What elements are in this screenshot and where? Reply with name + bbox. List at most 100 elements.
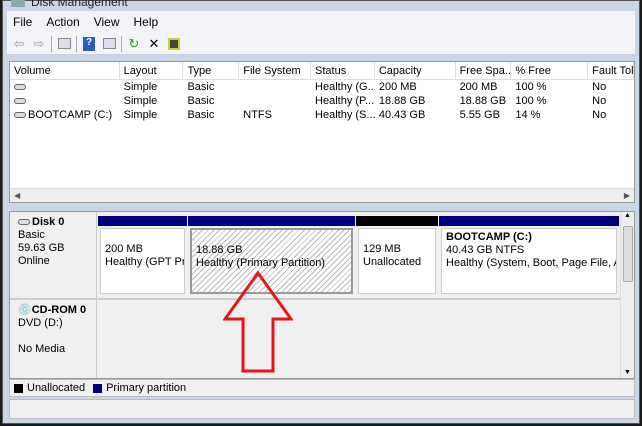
help-icon[interactable]: ? [81,36,97,52]
legend-primary: Primary partition [106,382,187,394]
volume-cell: Simple [120,80,184,94]
cell-text: Basic [187,81,215,93]
cdrom-icon: 💿 [18,304,32,316]
separator [121,35,122,52]
disk-0-label[interactable]: Disk 0 Basic 59.63 GB Online [10,212,97,298]
volume-cell: 14 % [511,108,588,122]
menu-action[interactable]: Action [46,15,79,29]
horizontal-scrollbar[interactable]: ◀ ▶ [10,188,634,202]
legend-unallocated: Unallocated [27,382,86,394]
cell-text: BOOTCAMP (C:) [28,109,113,121]
volume-cell: 40.43 GB [375,108,456,122]
volume-cell [10,94,120,108]
partition-body: BOOTCAMP (C:) 40.43 GB NTFS Healthy (Syste… [441,228,617,294]
cell-text: 18.88 GB [378,95,426,107]
partition-status: Healthy (Primary Partition) [196,257,325,269]
volume-cell: Basic [183,80,239,94]
toolbar: ⇦ ⇨ ? ↻ ✕ [7,33,635,55]
partition-size: 40.43 GB NTFS [446,244,525,256]
disk-name: Disk 0 [32,216,65,228]
back-icon[interactable]: ⇦ [11,36,27,52]
volume-list-header: Volume Layout Type File System Status Ca… [10,62,634,80]
scroll-down-icon[interactable]: ▼ [621,369,634,376]
cell-text: 5.55 GB [459,109,500,121]
volume-cell: NTFS [239,108,311,122]
partition-size: 18.88 GB [196,244,243,256]
volume-row[interactable]: Simple Basic Healthy (P... 18.88 GB 18.88 GB… [10,94,634,108]
volume-cell: No [588,94,634,108]
partition-bar [356,216,438,226]
partition-status: Healthy (GPT Pro [105,256,185,268]
volume-row[interactable]: BOOTCAMP (C:) Simple Basic NTFS Healthy (S..… [10,108,634,122]
separator [76,35,77,52]
disk-size: 59.63 GB [18,242,65,254]
properties-icon[interactable] [166,36,182,52]
partition-3[interactable]: BOOTCAMP (C:) 40.43 GB NTFS Healthy (Syste… [439,216,619,296]
disk-state: Online [18,255,50,267]
cell-text: 200 MB [459,81,498,93]
volume-cell: Simple [120,108,184,122]
volume-cell: Basic [183,108,239,122]
menu-help[interactable]: Help [134,15,159,29]
partition-bar [98,216,187,226]
column-free-space[interactable]: Free Spa... [456,62,512,79]
partition-status: Unallocated [363,256,422,268]
column-volume[interactable]: Volume [10,62,120,79]
vertical-scrollbar[interactable]: ▲ ▼ [620,212,634,378]
column-type[interactable]: Type [183,62,240,79]
cell-text: No [592,81,607,93]
cell-text: NTFS [243,109,272,121]
column-capacity[interactable]: Capacity [375,62,456,79]
title-bar: Disk Management [11,0,128,9]
action-pane-icon[interactable] [101,36,117,52]
scroll-up-icon[interactable]: ▲ [621,212,634,219]
volume-list: Volume Layout Type File System Status Ca… [9,61,635,203]
volume-cell: 100 % [511,80,588,94]
legend-swatch-unallocated [14,383,23,393]
scroll-left-icon[interactable]: ◀ [14,191,20,200]
partition-status: Healthy (System, Boot, Page File, Activ [446,257,616,269]
cell-text: 18.88 GB [459,95,507,107]
column-percent-free[interactable]: % Free [511,62,589,79]
cell-text: 40.43 GB [378,109,426,121]
delete-icon[interactable]: ✕ [146,36,162,52]
volume-row[interactable]: Simple Basic Healthy (G... 200 MB 200 MB 100 … [10,80,634,94]
app-icon [11,0,25,8]
cell-text: Basic [187,95,215,107]
divider [10,298,621,300]
partition-2[interactable]: 129 MB Unallocated [356,216,438,296]
column-file-system[interactable]: File System [239,62,312,79]
volume-cell: 200 MB [375,80,456,94]
column-layout[interactable]: Layout [120,62,184,79]
scroll-thumb[interactable] [623,226,633,282]
scroll-right-icon[interactable]: ▶ [624,191,630,200]
menu-view[interactable]: View [94,15,120,29]
column-fault-tolerance[interactable]: Fault Tole [588,62,634,79]
disk-icon [18,219,30,226]
volume-cell: No [588,108,634,122]
cell-text: No [592,95,607,107]
menu-file[interactable]: File [13,15,32,29]
volume-icon [14,112,26,119]
disk-management-window: Disk Management File Action View Help ⇦ … [2,0,640,424]
refresh-icon[interactable]: ↻ [126,36,142,52]
legend-swatch-primary [93,383,103,393]
cdrom-drive: DVD (D:) [18,317,63,329]
cdrom-0-label[interactable]: 💿CD-ROM 0 DVD (D:) No Media [10,300,97,378]
forward-icon[interactable]: ⇨ [31,36,47,52]
console-tree-icon[interactable] [56,36,72,52]
column-status[interactable]: Status [311,62,375,79]
volume-cell: 18.88 GB [375,94,456,108]
cell-text: Simple [123,109,158,121]
cell-text: No [592,109,607,121]
volume-cell: No [588,80,634,94]
volume-cell: Simple [120,94,184,108]
cell-text: 200 MB [378,81,417,93]
cell-text: Healthy (P... [315,95,375,107]
partition-0[interactable]: 200 MB Healthy (GPT Pro [98,216,187,296]
menu-bar: File Action View Help [7,11,635,33]
cell-text: Simple [123,81,158,93]
volume-cell: 100 % [511,94,588,108]
partition-bar [439,216,619,226]
partition-title: BOOTCAMP (C:) [446,231,532,243]
